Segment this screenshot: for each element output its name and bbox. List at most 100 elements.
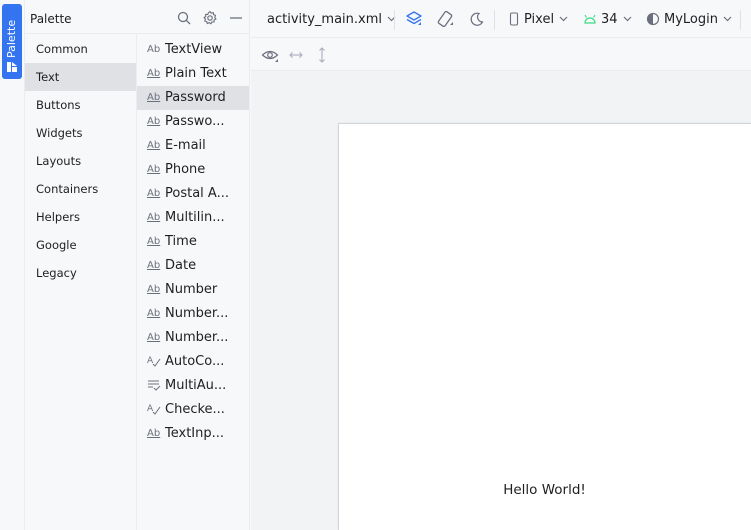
widget-item[interactable]: Ab Postal A... <box>137 182 249 206</box>
widget-item[interactable]: Ab Phone <box>137 158 249 182</box>
widget-label: Number <box>165 282 218 297</box>
minimize-icon[interactable] <box>228 10 244 26</box>
category-widgets[interactable]: Widgets <box>25 119 136 147</box>
api-level-dropdown[interactable]: 34 <box>583 0 632 38</box>
widget-label: AutoCo... <box>165 354 225 369</box>
palette-title: Palette <box>30 12 72 26</box>
category-helpers[interactable]: Helpers <box>25 203 136 231</box>
widget-item[interactable]: Ab Date <box>137 254 249 278</box>
toolbar-separator <box>740 10 741 30</box>
edittext-icon: Ab <box>147 260 161 271</box>
device-preview[interactable]: Hello World! <box>338 123 751 530</box>
palette-tool-tab-label: Palette <box>5 19 18 58</box>
edittext-icon: Ab <box>147 140 161 151</box>
theme-name: MyLogin <box>664 11 718 27</box>
category-text[interactable]: Text <box>25 63 136 91</box>
widget-label: Postal A... <box>165 186 229 201</box>
rotate-device-icon <box>437 10 453 28</box>
toolbar-separator <box>394 10 395 30</box>
widget-item[interactable]: Ab Number... <box>137 326 249 350</box>
eye-icon[interactable] <box>261 46 279 64</box>
layout-editor: activity_main.xml Pixel 34 MyLogin Hello… <box>251 0 751 530</box>
widget-label: TextView <box>165 42 223 57</box>
widget-item[interactable]: Ab TextView <box>137 38 249 62</box>
chevron-down-icon <box>723 16 732 22</box>
horizontal-resize-icon[interactable] <box>287 46 305 64</box>
edittext-icon: Ab <box>147 236 161 247</box>
chevron-down-icon <box>559 16 568 22</box>
design-surface-button[interactable] <box>405 0 423 38</box>
widget-item[interactable]: Ab Number <box>137 278 249 302</box>
widget-item[interactable]: Ab Passwo... <box>137 110 249 134</box>
widget-label: Multilin... <box>165 210 225 225</box>
widget-list: Ab TextView Ab Plain Text Ab Password Ab Pas… <box>137 34 249 530</box>
edittext-icon: Ab <box>147 212 161 223</box>
widget-item[interactable]: MultiAu... <box>137 374 249 398</box>
widget-label: TextInp... <box>165 426 225 441</box>
tool-window-strip: Palette <box>0 0 25 530</box>
category-containers[interactable]: Containers <box>25 175 136 203</box>
textview-icon: Ab <box>147 44 161 55</box>
widget-item[interactable]: Ab E-mail <box>137 134 249 158</box>
widget-label: Passwo... <box>165 114 225 129</box>
widget-label: Number... <box>165 330 229 345</box>
chevron-down-icon <box>623 16 631 22</box>
file-name: activity_main.xml <box>267 11 383 27</box>
hello-world-textview[interactable]: Hello World! <box>339 482 750 498</box>
multiautocomplete-icon <box>147 374 165 398</box>
device-name: Pixel <box>524 11 555 27</box>
widget-label: E-mail <box>165 138 206 153</box>
edittext-icon: Ab <box>147 92 161 103</box>
edittext-icon: Ab <box>147 68 161 79</box>
widget-label: Number... <box>165 306 229 321</box>
widget-item[interactable]: A AutoCo... <box>137 350 249 374</box>
widget-label: Time <box>165 234 197 249</box>
palette-icon <box>7 62 17 72</box>
editor-toolbar: activity_main.xml Pixel 34 MyLogin <box>251 0 751 38</box>
widget-label: Date <box>165 258 197 273</box>
widget-label: Phone <box>165 162 206 177</box>
edittext-icon: Ab <box>147 308 161 319</box>
widget-label: MultiAu... <box>165 378 227 393</box>
palette-header: Palette <box>25 0 250 34</box>
widget-label: Password <box>165 90 226 105</box>
orientation-button[interactable] <box>436 0 454 38</box>
category-google[interactable]: Google <box>25 231 136 259</box>
textinputlayout-icon: Ab <box>147 428 161 439</box>
edittext-icon: Ab <box>147 188 161 199</box>
theme-dropdown[interactable]: MyLogin <box>646 0 732 38</box>
edittext-icon: Ab <box>147 332 161 343</box>
widget-item[interactable]: Ab Password <box>137 86 249 110</box>
palette-panel: Palette Common Text Buttons Widgets Layo… <box>25 0 250 530</box>
widget-item[interactable]: Ab Multilin... <box>137 206 249 230</box>
vertical-resize-icon[interactable] <box>313 46 331 64</box>
toolbar-separator <box>494 10 495 30</box>
autocomplete-icon: A <box>147 350 165 374</box>
palette-tool-tab[interactable]: Palette <box>2 4 22 79</box>
search-icon[interactable] <box>176 10 192 26</box>
file-dropdown[interactable]: activity_main.xml <box>267 0 396 38</box>
night-mode-button[interactable] <box>469 0 485 38</box>
category-legacy[interactable]: Legacy <box>25 259 136 287</box>
android-icon <box>584 14 596 24</box>
category-list: Common Text Buttons Widgets Layouts Cont… <box>25 34 137 530</box>
phone-icon <box>509 12 519 26</box>
api-level: 34 <box>601 11 618 27</box>
device-dropdown[interactable]: Pixel <box>508 0 568 38</box>
widget-item[interactable]: Ab Time <box>137 230 249 254</box>
layers-icon <box>406 11 422 25</box>
widget-item[interactable]: Ab TextInp... <box>137 422 249 446</box>
widget-item[interactable]: Ab Plain Text <box>137 62 249 86</box>
gear-icon[interactable] <box>202 10 218 26</box>
edittext-icon: Ab <box>147 164 161 175</box>
editor-secondary-toolbar <box>251 38 751 71</box>
category-buttons[interactable]: Buttons <box>25 91 136 119</box>
edittext-icon: Ab <box>147 284 161 295</box>
widget-item[interactable]: Ab Number... <box>137 302 249 326</box>
widget-label: Plain Text <box>165 66 227 81</box>
category-layouts[interactable]: Layouts <box>25 147 136 175</box>
checkedtext-icon: A <box>147 398 165 422</box>
widget-item[interactable]: A Checke... <box>137 398 249 422</box>
widget-label: Checke... <box>165 402 225 417</box>
category-common[interactable]: Common <box>25 35 136 63</box>
